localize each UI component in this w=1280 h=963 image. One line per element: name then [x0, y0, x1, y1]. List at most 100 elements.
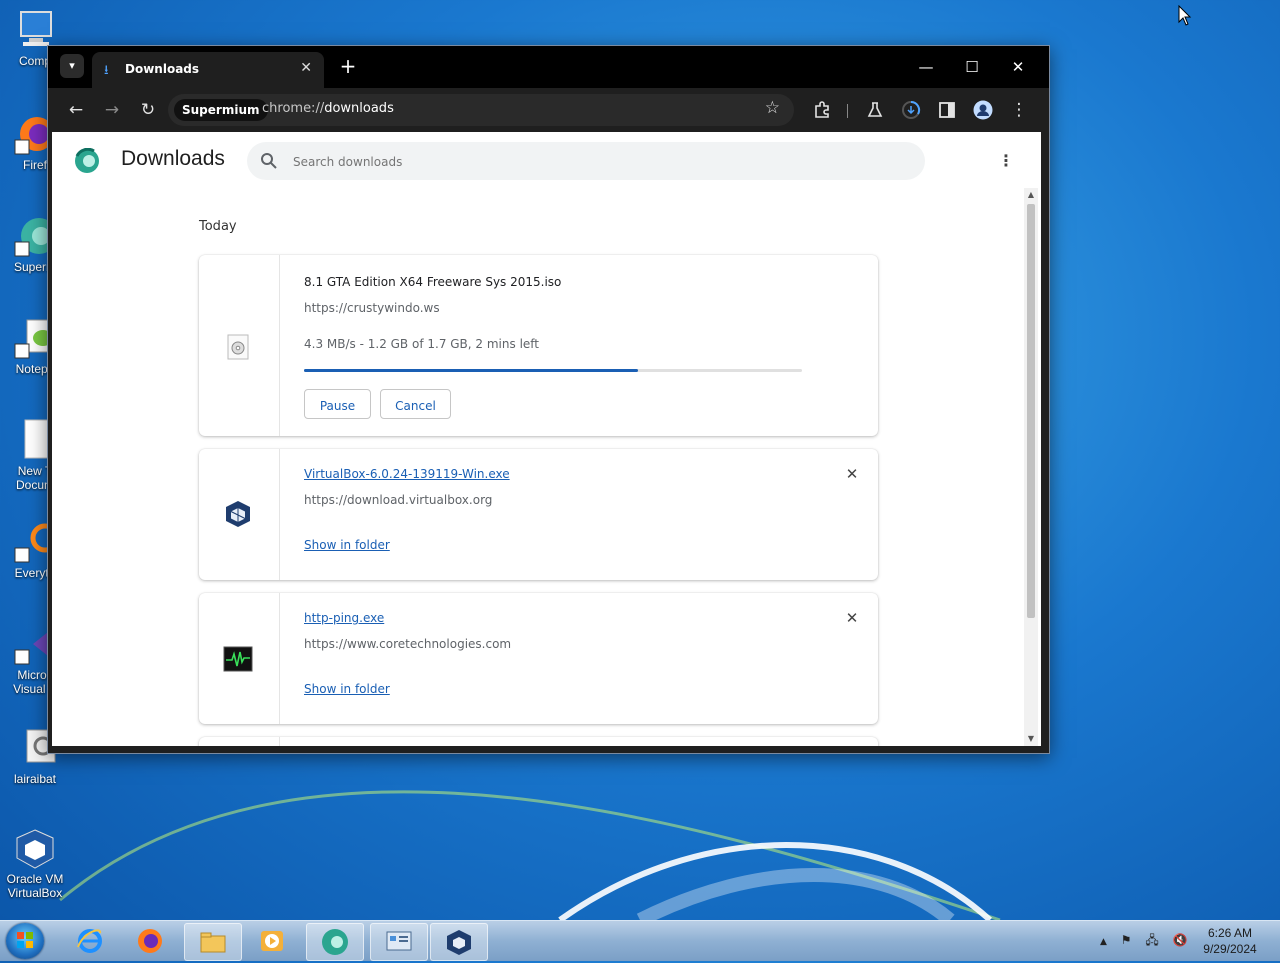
- system-tray: ▲ ⚑ 🖧 🔇: [1100, 931, 1188, 952]
- url-prefix: chrome://: [262, 101, 325, 116]
- download-item-in-progress: 8.1 GTA Edition X64 Freeware Sys 2015.is…: [199, 255, 878, 436]
- page-title: Downloads: [121, 147, 225, 170]
- section-header-today: Today: [199, 219, 237, 234]
- page-menu-button[interactable]: ⋮: [998, 150, 1014, 172]
- search-input[interactable]: [291, 150, 895, 174]
- control-panel-icon: [386, 931, 412, 951]
- new-tab-button[interactable]: +: [336, 54, 360, 78]
- reload-button[interactable]: ↻: [136, 98, 160, 122]
- disc-image-file-icon: [227, 334, 249, 360]
- download-item-completed: http-ping.exe https://www.coretechnologi…: [199, 593, 878, 724]
- maximize-icon: ☐: [965, 58, 979, 76]
- file-icon-column: [199, 593, 280, 724]
- http-ping-file-icon: [223, 646, 253, 672]
- network-icon[interactable]: 🖧: [1145, 933, 1158, 947]
- download-status: 4.3 MB/s - 1.2 GB of 1.7 GB, 2 mins left: [304, 337, 540, 351]
- toolbar-separator: [847, 104, 848, 118]
- chevron-down-icon: ▾: [69, 59, 75, 72]
- taskbar-file-explorer[interactable]: [184, 923, 242, 961]
- forward-button[interactable]: →: [100, 98, 124, 122]
- show-hidden-icons-icon[interactable]: ▲: [1100, 937, 1107, 947]
- downloads-toolbar-button[interactable]: [899, 98, 923, 122]
- virtualbox-icon: [447, 930, 471, 955]
- search-icon: [261, 153, 277, 169]
- tab-close-icon[interactable]: ✕: [300, 60, 312, 76]
- avatar-icon: [973, 100, 993, 120]
- download-filename-link[interactable]: VirtualBox-6.0.24-139119-Win.exe: [304, 467, 510, 481]
- download-progress-fill: [304, 369, 638, 372]
- close-window-button[interactable]: ✕: [1006, 56, 1030, 78]
- page-header: Downloads ⋮: [52, 132, 1041, 188]
- minimize-button[interactable]: —: [914, 56, 938, 78]
- download-progress-icon: [902, 100, 921, 119]
- file-icon-column: [199, 255, 280, 436]
- internet-explorer-icon: [77, 929, 102, 953]
- url-host: downloads: [324, 101, 394, 116]
- page-scrollbar[interactable]: ▲ ▼: [1024, 188, 1038, 746]
- more-vert-icon: ⋮: [1010, 100, 1028, 120]
- desktop-icon-label-line2: VirtualBox: [7, 886, 63, 900]
- scrollbar-thumb[interactable]: [1027, 204, 1035, 618]
- download-icon: ⭳: [104, 63, 109, 78]
- browser-menu-button[interactable]: ⋮: [1007, 98, 1031, 122]
- volume-muted-icon[interactable]: 🔇: [1173, 933, 1188, 947]
- pause-button[interactable]: Pause: [304, 389, 371, 419]
- taskbar-clock[interactable]: 6:26 AM 9/29/2024: [1196, 925, 1264, 957]
- supermium-icon: [322, 929, 348, 955]
- taskbar: ▲ ⚑ 🖧 🔇 6:26 AM 9/29/2024: [0, 920, 1280, 961]
- show-in-folder-link[interactable]: Show in folder: [304, 682, 390, 696]
- desktop-icon-label: Oracle VM: [6, 872, 64, 886]
- taskbar-supermium[interactable]: [306, 923, 364, 961]
- clock-date: 9/29/2024: [1203, 942, 1257, 956]
- taskbar-internet-explorer[interactable]: [62, 923, 118, 959]
- show-in-folder-link[interactable]: Show in folder: [304, 538, 390, 552]
- address-chip[interactable]: Supermium: [174, 99, 268, 121]
- taskbar-media-player[interactable]: [244, 923, 300, 959]
- more-vert-icon: ⋮: [998, 151, 1014, 170]
- labs-button[interactable]: [863, 98, 887, 122]
- bookmark-star-icon[interactable]: ☆: [765, 98, 780, 118]
- address-bar[interactable]: Supermium chrome://downloads ☆: [168, 94, 794, 126]
- arrow-right-icon: →: [104, 100, 120, 120]
- download-source-url: https://www.coretechnologies.com: [304, 637, 512, 651]
- close-icon: ✕: [1011, 58, 1025, 76]
- taskbar-virtualbox[interactable]: [430, 923, 488, 961]
- profile-button[interactable]: [971, 98, 995, 122]
- tab-title: Downloads: [125, 62, 200, 76]
- start-button[interactable]: [6, 923, 44, 959]
- download-source-url: https://crustywindo.ws: [304, 301, 440, 315]
- address-url[interactable]: chrome://downloads: [262, 101, 394, 116]
- arrow-left-icon: ←: [68, 100, 84, 120]
- file-icon-column: [199, 449, 280, 580]
- clock-time: 6:26 AM: [1207, 926, 1253, 940]
- extensions-button[interactable]: [810, 98, 834, 122]
- windows-logo-icon: [17, 932, 33, 948]
- file-icon-column: [199, 737, 280, 746]
- search-box[interactable]: [247, 142, 925, 180]
- download-source-url: https://download.virtualbox.org: [304, 493, 493, 507]
- remove-download-close-icon[interactable]: ✕: [844, 610, 860, 626]
- tab-downloads[interactable]: ⭳ Downloads ✕: [92, 52, 324, 88]
- desktop-icon-virtualbox[interactable]: Oracle VM VirtualBox: [0, 826, 70, 900]
- scroll-up-icon[interactable]: ▲: [1026, 190, 1036, 200]
- firefox-icon: [138, 929, 162, 953]
- tab-strip: ▾ ⭳ Downloads ✕ + — ☐ ✕: [48, 46, 1049, 88]
- maximize-button[interactable]: ☐: [960, 56, 984, 78]
- taskbar-firefox[interactable]: [122, 923, 178, 959]
- folder-icon: [200, 932, 226, 953]
- download-filename-link[interactable]: http-ping.exe: [304, 611, 384, 625]
- action-center-flag-icon[interactable]: ⚑: [1121, 933, 1132, 947]
- remove-download-close-icon[interactable]: ✕: [844, 466, 860, 482]
- back-button[interactable]: ←: [64, 98, 88, 122]
- minimize-icon: —: [918, 58, 934, 76]
- tab-search-dropdown[interactable]: ▾: [60, 54, 84, 78]
- download-item-partial: [199, 737, 878, 746]
- desktop-icon-label: lairaibat: [13, 772, 57, 786]
- taskbar-control-panel[interactable]: [370, 923, 428, 961]
- browser-toolbar: ← → ↻ Supermium chrome://downloads ☆ ⋮: [48, 88, 1049, 132]
- cancel-button[interactable]: Cancel: [380, 389, 451, 419]
- media-player-icon: [261, 931, 283, 951]
- scroll-down-icon[interactable]: ▼: [1026, 734, 1036, 744]
- side-panel-button[interactable]: [935, 98, 959, 122]
- download-progress-bar: [304, 369, 802, 372]
